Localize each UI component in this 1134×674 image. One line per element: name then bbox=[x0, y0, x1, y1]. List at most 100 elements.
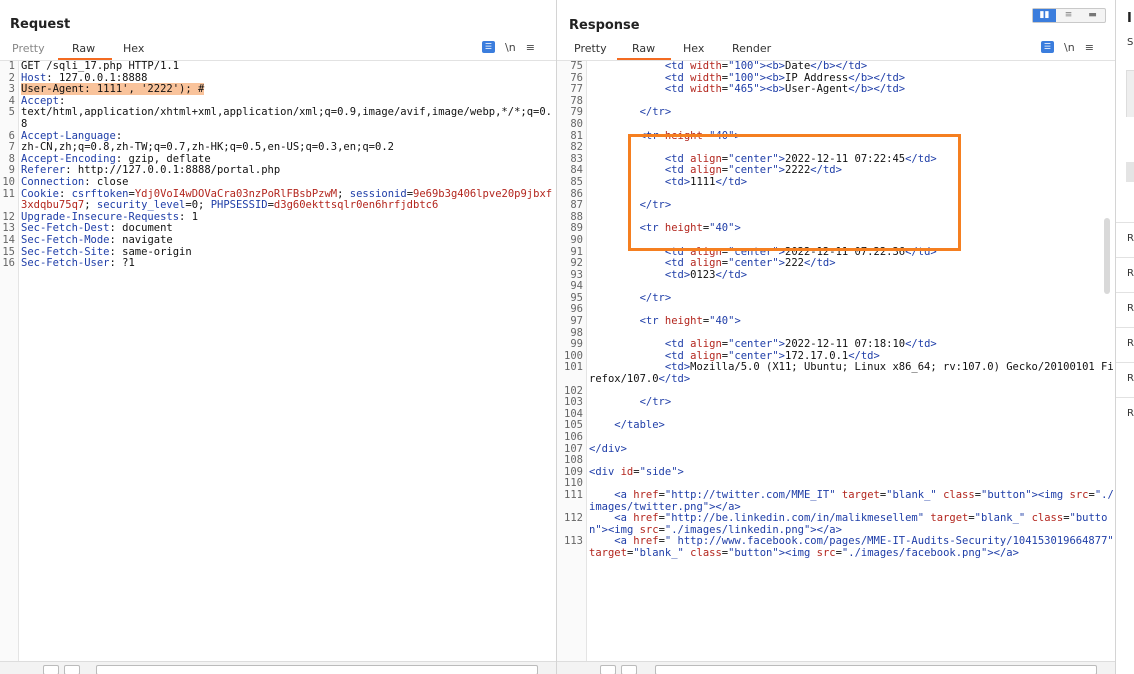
prev-match-button[interactable] bbox=[600, 665, 616, 674]
line-number: 112 bbox=[564, 512, 583, 525]
code-line: 93 <td>0123</td> bbox=[557, 269, 1115, 282]
code-token: ><b> bbox=[759, 83, 785, 96]
code-token: Date bbox=[785, 60, 811, 72]
code-token: <a bbox=[614, 535, 634, 548]
line-number: 82 bbox=[570, 141, 583, 154]
line-number: 16 bbox=[2, 257, 15, 270]
tab-hex[interactable]: Hex bbox=[123, 42, 144, 55]
code-line: 77 <td width="465"><b>User-Agent</b></td… bbox=[557, 83, 1115, 96]
prev-match-button[interactable] bbox=[43, 665, 59, 674]
tab-raw[interactable]: Raw bbox=[632, 42, 655, 55]
inspector-row[interactable]: R bbox=[1116, 257, 1134, 292]
code-token: zh-CN,zh;q=0.8,zh-TW;q=0.7,zh-HK;q=0.5,e… bbox=[21, 141, 394, 154]
line-number: 92 bbox=[570, 257, 583, 270]
code-token: d3g60ekttsqlr0en6hrfjdbtc6 bbox=[273, 199, 439, 212]
code-token: "http://be.linkedin.com/in/malikmesellem… bbox=[664, 512, 925, 525]
code-line: 109 <div id="side"> bbox=[557, 465, 1115, 479]
request-search-bar bbox=[0, 661, 556, 674]
code-token: </div> bbox=[589, 442, 627, 455]
wrap-lines-icon[interactable]: ☰ bbox=[1041, 41, 1054, 53]
code-token: href bbox=[633, 488, 659, 501]
code-token: target bbox=[930, 512, 969, 525]
code-token: </tr> bbox=[639, 396, 672, 409]
response-tabs: Pretty Raw Hex Render bbox=[557, 40, 1115, 60]
next-match-button[interactable] bbox=[64, 665, 80, 674]
line-number: 113 bbox=[564, 535, 583, 548]
code-line: 111 <a href="http://twitter.com/MME_IT" … bbox=[557, 488, 1115, 513]
code-token: : bbox=[58, 187, 72, 200]
inspector-row[interactable]: R bbox=[1116, 292, 1134, 327]
code-token: </table> bbox=[614, 419, 665, 432]
line-number: 10 bbox=[2, 175, 15, 188]
wrap-lines-icon[interactable]: ☰ bbox=[482, 41, 495, 53]
code-token: <td bbox=[664, 60, 691, 72]
response-scrollbar[interactable] bbox=[1104, 218, 1110, 294]
code-token: align bbox=[690, 349, 722, 362]
tab-pretty[interactable]: Pretty bbox=[574, 42, 607, 55]
code-token: ></a> bbox=[987, 546, 1019, 559]
code-token: </td> bbox=[803, 257, 836, 270]
code-line: 97 <tr height="40"> bbox=[557, 315, 1115, 328]
code-text: </div> bbox=[586, 442, 1115, 456]
tab-hex[interactable]: Hex bbox=[683, 42, 704, 55]
code-token: <div bbox=[589, 465, 621, 478]
code-token: "center" bbox=[728, 257, 779, 270]
split-horizontal-icon[interactable]: ▮▮ bbox=[1033, 9, 1056, 22]
code-token: "button" bbox=[728, 546, 779, 559]
tab-raw[interactable]: Raw bbox=[72, 42, 95, 55]
inspector-row[interactable]: R bbox=[1116, 222, 1134, 257]
tab-pretty[interactable]: Pretty bbox=[12, 42, 45, 55]
request-editor[interactable]: 1 GET /sqli_17.php HTTP/1.1 2 Host: 127.0.0… bbox=[0, 60, 556, 662]
code-line: 11 Cookie: csrftoken=Ydj0VoI4wDOVaCra03nz… bbox=[0, 187, 556, 212]
split-vertical-icon[interactable]: ≡ bbox=[1057, 9, 1080, 22]
search-input[interactable] bbox=[96, 665, 538, 674]
menu-icon[interactable]: ≡ bbox=[526, 41, 535, 54]
code-token: : close bbox=[84, 175, 129, 188]
code-token: Connection bbox=[21, 175, 85, 188]
tab-render[interactable]: Render bbox=[732, 42, 771, 55]
code-token: ></a> bbox=[709, 500, 741, 513]
code-token: <td bbox=[664, 83, 691, 96]
code-token: "100" bbox=[728, 71, 760, 84]
code-token: Host bbox=[21, 71, 47, 84]
code-token: > bbox=[677, 465, 684, 478]
newline-toggle[interactable]: \n bbox=[505, 41, 516, 54]
code-token: <td bbox=[664, 71, 691, 84]
response-search-bar bbox=[557, 661, 1115, 674]
search-input[interactable] bbox=[655, 665, 1097, 674]
code-token: ; bbox=[84, 199, 97, 212]
code-token: 172.17.0.1 bbox=[785, 349, 849, 362]
inspector-row[interactable]: R bbox=[1116, 327, 1134, 362]
code-token: : same-origin bbox=[109, 245, 192, 258]
code-token: align bbox=[690, 257, 722, 270]
inspector-panel-strip bbox=[1126, 162, 1134, 182]
inspector-row[interactable]: R bbox=[1116, 397, 1134, 432]
code-token: Sec-Fetch-Dest bbox=[21, 222, 110, 235]
inspector-row[interactable]: R bbox=[1116, 362, 1134, 397]
code-token: : bbox=[58, 94, 66, 107]
code-token: Sec-Fetch-Site bbox=[21, 245, 110, 258]
line-number bbox=[0, 281, 18, 293]
inspector-pane: I S R R R R R R bbox=[1116, 0, 1134, 674]
code-token: </b></td> bbox=[810, 60, 868, 72]
code-token: class bbox=[690, 546, 722, 559]
code-token: Accept-Language bbox=[21, 129, 116, 142]
code-text: Sec-Fetch-User: ?1 bbox=[18, 257, 556, 270]
tabs-icon[interactable]: ▬ bbox=[1081, 9, 1104, 22]
code-token: : bbox=[115, 129, 123, 142]
code-token: src bbox=[1069, 488, 1089, 501]
menu-icon[interactable]: ≡ bbox=[1085, 41, 1094, 54]
code-token: </td> bbox=[658, 373, 691, 386]
next-match-button[interactable] bbox=[621, 665, 637, 674]
newline-toggle[interactable]: \n bbox=[1064, 41, 1075, 54]
